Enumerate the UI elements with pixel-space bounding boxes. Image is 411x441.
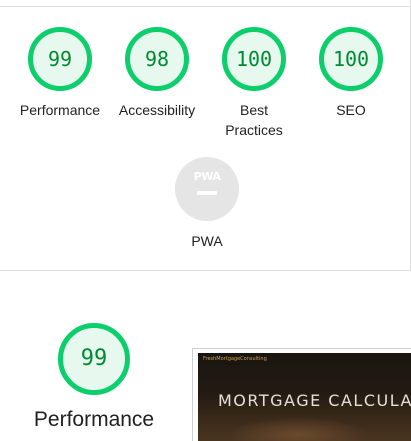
gauge-score: 100	[235, 47, 273, 71]
performance-section-title: Performance	[33, 408, 155, 431]
gauge-score: 99	[47, 47, 73, 71]
pwa-badge-icon: PWA	[175, 157, 239, 221]
screenshot-title: MORTGAGE CALCULATOR	[218, 391, 411, 410]
pwa-dash	[197, 191, 217, 195]
screenshot-image: FreshMortgageConsulting MORTGAGE CALCULA…	[198, 353, 411, 441]
final-screenshot[interactable]: FreshMortgageConsulting MORTGAGE CALCULA…	[192, 348, 411, 441]
screenshot-decoration	[228, 417, 368, 441]
section-divider	[0, 270, 411, 271]
gauge-label: Best Practices	[225, 102, 283, 138]
pwa-badge-text: PWA	[193, 170, 221, 183]
gauge-score: 99	[80, 346, 108, 371]
gauge-score: 100	[332, 47, 370, 71]
gauge-label: PWA	[191, 233, 223, 249]
gauge-label: Performance	[19, 102, 101, 118]
gauge-label: Accessibility	[118, 102, 196, 118]
report-top-border	[0, 0, 411, 7]
gauge-score: 98	[144, 47, 170, 71]
gauge-label: SEO	[336, 102, 366, 118]
screenshot-brand: FreshMortgageConsulting	[203, 356, 267, 362]
